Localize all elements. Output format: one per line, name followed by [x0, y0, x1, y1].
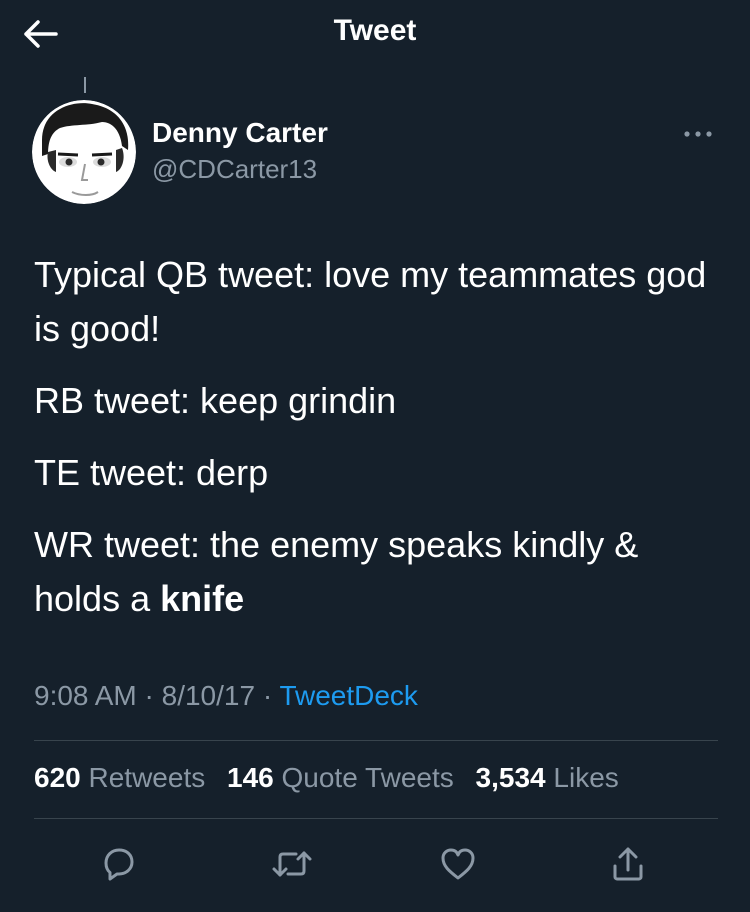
retweets-count: 620	[34, 762, 81, 793]
quote-tweets-stat[interactable]: 146 Quote Tweets	[227, 762, 454, 793]
meta-separator: ·	[262, 680, 273, 711]
likes-count: 3,534	[475, 762, 546, 793]
share-button[interactable]	[600, 836, 656, 892]
author-handle[interactable]: @CDCarter13	[152, 154, 317, 185]
top-bar: Tweet	[0, 0, 750, 68]
action-bar	[0, 836, 750, 892]
tweet-line: TE tweet: derp	[34, 452, 269, 493]
avatar[interactable]	[32, 100, 136, 204]
more-dots-icon	[684, 131, 712, 137]
tweet-bold-word: knife	[160, 578, 245, 619]
likes-stat[interactable]: 3,534 Likes	[476, 762, 619, 793]
likes-label: Likes	[553, 762, 619, 793]
avatar-image	[32, 100, 136, 204]
retweet-icon	[272, 851, 312, 877]
share-icon	[613, 847, 643, 881]
quote-tweets-count: 146	[227, 762, 274, 793]
like-icon	[441, 848, 475, 880]
reply-icon	[104, 848, 134, 881]
quote-tweets-label: Quote Tweets	[281, 762, 454, 793]
retweet-button[interactable]	[264, 836, 320, 892]
tweet-date[interactable]: 8/10/17	[162, 680, 255, 711]
like-button[interactable]	[430, 836, 486, 892]
tweet-line: RB tweet: keep grindin	[34, 380, 397, 421]
more-options-button[interactable]	[676, 120, 720, 148]
divider	[34, 740, 718, 741]
tweet-body: Typical QB tweet: love my teammates god …	[34, 248, 724, 644]
meta-separator: ·	[144, 680, 154, 711]
tweet-source-link[interactable]: TweetDeck	[279, 680, 418, 711]
retweets-stat[interactable]: 620 Retweets	[34, 762, 205, 793]
reply-button[interactable]	[90, 836, 146, 892]
tweet-line-text: WR tweet: the enemy speaks kindly & hold…	[34, 524, 639, 619]
tweet-line: WR tweet: the enemy speaks kindly & hold…	[34, 518, 724, 626]
tweet-meta: 9:08 AM · 8/10/17 · TweetDeck	[34, 680, 418, 712]
divider	[34, 818, 718, 819]
thread-connector	[84, 77, 86, 93]
page-title: Tweet	[333, 14, 417, 47]
tweet-stats: 620 Retweets 146 Quote Tweets 3,534 Like…	[34, 762, 633, 794]
author-name[interactable]: Denny Carter	[152, 117, 328, 149]
tweet-line: Typical QB tweet: love my teammates god …	[34, 254, 707, 349]
tweet-time[interactable]: 9:08 AM	[34, 680, 137, 711]
retweets-label: Retweets	[88, 762, 206, 793]
